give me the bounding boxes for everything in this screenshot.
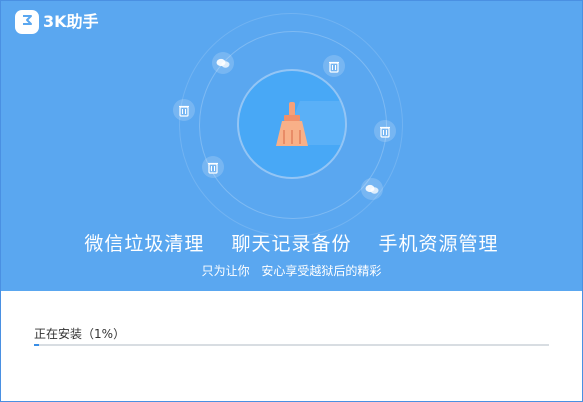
tagline-part-1: 只为让你: [201, 264, 250, 278]
trash-can-icon: [323, 55, 345, 77]
status-prefix: 正在安装（: [34, 327, 95, 341]
progress-bar-fill: [34, 344, 39, 346]
trash-can-icon: [202, 156, 224, 178]
chat-bubble-icon: [212, 52, 234, 74]
feature-wechat-cleanup: 微信垃圾清理: [84, 233, 205, 255]
tagline: 只为让你 安心享受越狱后的精彩: [1, 263, 582, 279]
install-status: 正在安装（1%）: [34, 326, 125, 342]
3k-logo-icon: [15, 10, 39, 34]
tagline-part-2: 安心享受越狱后的精彩: [261, 264, 382, 278]
hero-banner: 3K助手 微信垃圾清理 聊天记录备份 手机资源管理 只为让你 安心享受越狱后的精…: [1, 1, 582, 291]
chat-bubble-icon: [361, 178, 383, 200]
feature-chat-backup: 聊天记录备份: [231, 233, 352, 255]
feature-headline: 微信垃圾清理 聊天记录备份 手机资源管理: [1, 231, 582, 257]
progress-percent: 1%: [94, 327, 114, 341]
broom-icon: [276, 102, 308, 146]
installer-window: 3K助手 微信垃圾清理 聊天记录备份 手机资源管理 只为让你 安心享受越狱后的精…: [0, 0, 583, 402]
logo-mark-icon: [23, 15, 32, 25]
status-suffix: ）: [113, 327, 126, 341]
feature-resource-manager: 手机资源管理: [378, 233, 499, 255]
progress-bar: [34, 344, 549, 346]
app-name: 3K助手: [43, 12, 99, 31]
cleaner-hub: [239, 71, 345, 177]
trash-can-icon: [374, 120, 396, 142]
trash-can-icon: [173, 99, 195, 121]
